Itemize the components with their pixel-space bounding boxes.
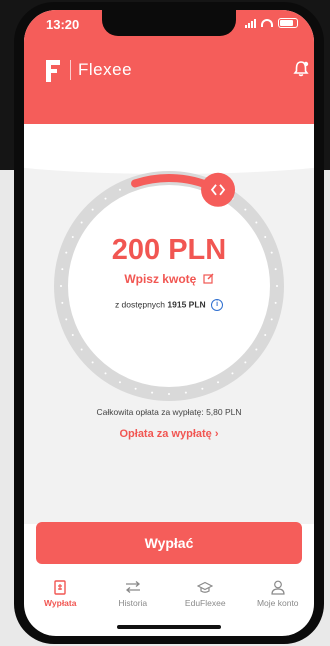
- dial-tick: [71, 334, 74, 337]
- dial-tick: [184, 391, 187, 394]
- document-icon: [51, 578, 69, 596]
- payout-button[interactable]: Wypłać: [36, 522, 302, 564]
- tab-historia[interactable]: Historia: [97, 578, 170, 618]
- fee-details-link[interactable]: Opłata za wypłatę ›: [24, 428, 314, 440]
- dial-tick: [151, 391, 154, 394]
- graduation-cap-icon: [196, 578, 214, 596]
- dial-tick: [270, 318, 273, 321]
- tab-label: Historia: [118, 598, 148, 608]
- dial-tick: [118, 188, 121, 191]
- dial-tick: [217, 381, 220, 384]
- available-prefix: z dostępnych: [114, 299, 166, 310]
- info-icon[interactable]: i: [211, 299, 224, 311]
- bottom-tab-bar: Wypłata Historia EduFlexee Moje konto: [24, 578, 314, 618]
- dial-tick: [134, 387, 137, 390]
- dial-tick: [274, 268, 277, 271]
- wifi-icon: [261, 19, 273, 27]
- dial-tick: [201, 387, 204, 390]
- tab-label: Wypłata: [44, 598, 77, 608]
- battery-icon: [278, 18, 298, 28]
- flexee-logo-icon: [46, 60, 60, 82]
- dial-tick: [264, 334, 267, 337]
- enter-amount-link[interactable]: Wpisz kwotę: [24, 272, 314, 286]
- status-icons: [245, 18, 298, 28]
- transfer-arrows-icon: [124, 578, 142, 596]
- dial-tick: [91, 208, 94, 211]
- fee-text: Całkowita opłata za wypłatę: 5,80 PLN: [96, 407, 242, 417]
- notification-bell-icon[interactable]: [292, 60, 310, 78]
- dial-tick: [255, 348, 258, 351]
- amount-dial[interactable]: [24, 124, 314, 524]
- dial-tick: [61, 268, 64, 271]
- logo-divider: [70, 60, 71, 80]
- dial-tick: [244, 361, 247, 364]
- dial-tick: [118, 381, 121, 384]
- dial-tick: [244, 208, 247, 211]
- dial-tick: [104, 197, 107, 200]
- payout-panel: 200 PLN Wpisz kwotę z dostępnych 1915 PL…: [24, 124, 314, 524]
- dial-track: [54, 171, 284, 401]
- header-curve: [24, 124, 314, 174]
- dial-tick: [80, 221, 83, 224]
- enter-amount-label: Wpisz kwotę: [124, 272, 197, 286]
- signal-icon: [245, 18, 256, 28]
- app-screen: 13:20 Flexee 200 PLN Wpisz kwotę z dostę…: [24, 10, 314, 636]
- phone-frame: 13:20 Flexee 200 PLN Wpisz kwotę z dostę…: [14, 2, 324, 644]
- tab-wyplata[interactable]: Wypłata: [24, 578, 97, 618]
- dial-tick: [104, 372, 107, 375]
- tab-label: Moje konto: [256, 598, 299, 608]
- tab-moje-konto[interactable]: Moje konto: [242, 578, 315, 618]
- user-icon: [269, 578, 287, 596]
- available-balance: z dostępnych 1915 PLN i: [24, 299, 314, 311]
- dial-tick: [91, 361, 94, 364]
- dial-tick: [231, 372, 234, 375]
- edit-icon: [203, 273, 214, 284]
- status-time: 13:20: [46, 17, 80, 32]
- payout-amount: 200 PLN: [111, 234, 227, 266]
- tab-eduflexee[interactable]: EduFlexee: [169, 578, 242, 618]
- dial-handle[interactable]: [201, 172, 236, 207]
- phone-notch: [102, 10, 236, 36]
- app-name: Flexee: [78, 60, 133, 79]
- available-value: 1915 PLN: [167, 299, 206, 310]
- dial-tick: [255, 221, 258, 224]
- dial-tick: [80, 348, 83, 351]
- tab-label: EduFlexee: [184, 598, 226, 608]
- dial-tick: [65, 318, 68, 321]
- dial-tick: [168, 393, 170, 395]
- home-indicator: [117, 625, 221, 629]
